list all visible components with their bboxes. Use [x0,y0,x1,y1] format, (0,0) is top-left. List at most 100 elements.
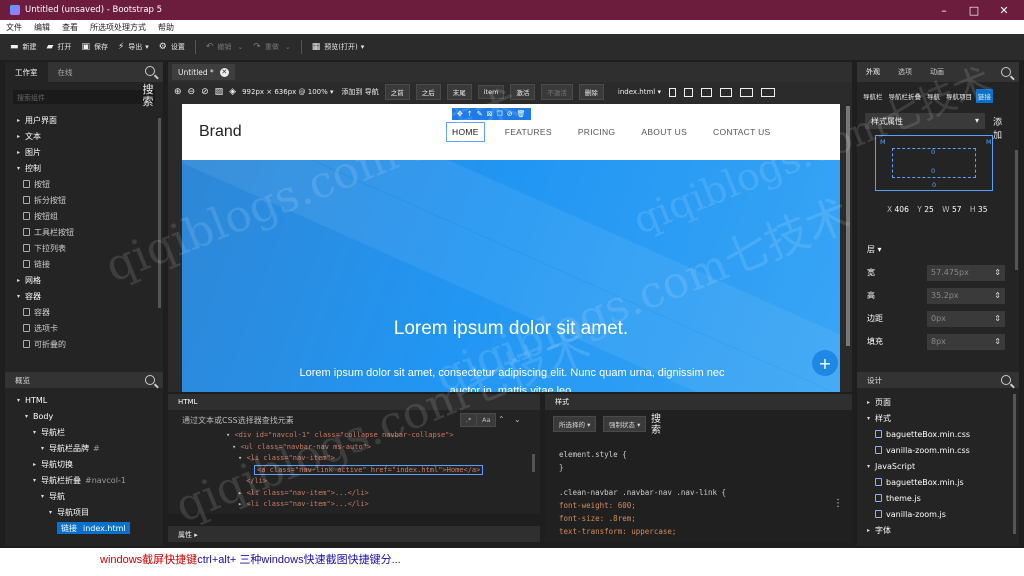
chevron-icon[interactable]: ▾ [33,477,41,484]
tab-options[interactable]: 选项 [889,67,921,77]
design-file[interactable]: vanilla-zoom.min.css [857,442,1019,458]
duplicate-icon[interactable]: ❐ [497,110,503,118]
component-item[interactable]: 按钮组 [5,208,163,224]
component-item[interactable]: ▸ 图片 [5,144,163,160]
menu-edit[interactable]: 编辑 [28,22,56,33]
maximize-button[interactable]: □ [958,0,990,20]
wrap-icon[interactable]: ⊠ [487,110,493,118]
layers-icon[interactable]: ◈ [229,87,236,97]
css-line[interactable]: } [559,461,852,474]
component-item[interactable]: ▸ 网格 [5,272,163,288]
before-button[interactable]: 之前 [384,84,410,100]
move-icon[interactable]: ✥ [457,110,463,118]
chevron-icon[interactable]: ▾ [25,413,33,420]
code-line[interactable]: ▾ <div id="navcol-1" class="collapse nav… [226,430,540,442]
chevron-right-icon[interactable]: ▸ [17,117,25,124]
case-button[interactable]: Aa [476,413,497,427]
selected-dropdown[interactable]: 所选择的 ▾ [553,416,597,432]
css-line[interactable]: element.style { [559,448,852,461]
disable-icon[interactable]: ⊘ [201,87,209,97]
design-group[interactable]: ▾ JavaScript [857,458,1019,474]
scrollbar[interactable] [1013,394,1016,534]
device-phone-icon[interactable] [668,87,676,97]
device-laptop-icon[interactable] [719,87,732,97]
chevron-icon[interactable]: ▾ [41,493,49,500]
chevron-icon[interactable]: ▸ [867,527,875,534]
search-icon[interactable] [1001,67,1011,77]
breadcrumb-collapse[interactable]: 导航栏折叠 [887,89,924,103]
code-line-selected[interactable]: <a class="nav-link active" href="index.h… [226,464,540,477]
menu-view[interactable]: 查看 [56,22,84,33]
device-tablet-icon[interactable] [700,87,712,97]
padding-bottom-value[interactable]: 0 [931,167,935,175]
hero-title[interactable]: Lorem ipsum dolor sit amet. [182,318,840,340]
style-attribute-dropdown[interactable]: 样式属性 ▾ 添加 [865,113,1002,141]
stepper-icon[interactable]: ⇕ [994,314,1001,323]
component-search-input[interactable]: 搜索组件 搜索 [13,84,155,108]
code-line[interactable]: </li> [226,476,540,488]
menu-selection[interactable]: 所选项处理方式 [84,22,152,33]
component-item[interactable]: 工具栏按钮 [5,224,163,240]
overview-item[interactable]: ▾ 导航栏 [5,424,163,440]
chevron-right-icon[interactable]: ▸ [17,277,25,284]
chevron-up-icon[interactable]: ⌃ [498,415,505,424]
nav-link-about[interactable]: ABOUT US [641,127,687,137]
page-canvas[interactable]: Brand HOME FEATURES PRICING ABOUT US CON… [182,104,840,392]
design-file[interactable]: vanilla-zoom.js [857,506,1019,522]
design-group[interactable]: ▸ 字体 [857,522,1019,538]
scrollbar[interactable] [532,454,535,472]
component-item[interactable]: 选项卡 [5,320,163,336]
minimize-button[interactable]: – [928,0,960,20]
search-icon[interactable] [1001,375,1011,385]
chevron-icon[interactable]: ▾ [867,415,875,422]
scrollbar[interactable] [158,118,161,308]
zoom-out-icon[interactable]: ⊖ [188,87,196,97]
canvas-size[interactable]: 992px × 636px @ 100% ▾ [242,88,333,96]
component-item[interactable]: ▾ 容器 [5,288,163,304]
hero-text[interactable]: Lorem ipsum dolor sit amet, consectetur … [292,364,732,392]
delete-button[interactable]: 删除 [578,84,604,100]
code-line[interactable]: ▾ <ul class="navbar-nav ms-auto"> [226,442,540,454]
hide-icon[interactable]: ⊘ [507,110,513,118]
related-article-link[interactable]: windows截屏快捷键ctrl+alt+ 三种windows快速截图快捷键分.… [100,551,401,567]
margin-bottom-value[interactable]: 0 [932,181,936,189]
design-file[interactable]: baguetteBox.min.css [857,426,1019,442]
nav-link-contact[interactable]: CONTACT US [713,127,770,137]
css-line[interactable]: font-size: .8rem; [559,512,852,525]
component-item[interactable]: ▸ 用户界面 [5,112,163,128]
document-tab[interactable]: Untitled * ✕ [172,64,235,80]
more-icon[interactable]: ⋮ [833,498,843,509]
settings-button[interactable]: ⚙ 设置 [159,42,185,52]
new-button[interactable]: ▬ 新建 [10,42,37,52]
tab-studio[interactable]: 工作室 [5,62,48,82]
canvas-scrollbar[interactable] [846,106,850,346]
breadcrumb-link[interactable]: 链接 [976,89,993,103]
save-button[interactable]: ▣ 保存 [81,42,108,52]
code-line[interactable]: ▸ <li class="nav-item">...</li> [226,488,540,500]
device-wide-icon[interactable] [760,87,775,97]
search-button[interactable]: 搜索 [139,84,157,108]
nav-link-pricing[interactable]: PRICING [578,127,616,137]
component-item[interactable]: 按钮 [5,176,163,192]
css-selector[interactable]: .clean-navbar .navbar-nav .nav-link { [559,486,852,499]
force-state-dropdown[interactable]: 强制状态 ▾ [603,416,647,432]
component-item[interactable]: 可折叠的 [5,336,163,352]
undo-button[interactable]: ↶ 撤销 ⌄ [206,42,243,52]
add-button[interactable]: 添加 [993,115,1002,141]
overview-item[interactable]: ▾ 导航项目 [5,504,163,520]
property-input[interactable]: 0px ⇕ [927,310,1005,327]
scrollbar[interactable] [1015,150,1018,270]
overview-item[interactable]: ▸ 导航切换 [5,456,163,472]
disable-button[interactable]: 不激活 [541,84,573,100]
overview-item[interactable]: ▾ Body [5,408,163,424]
stepper-icon[interactable]: ⇕ [994,337,1001,346]
chevron-icon[interactable]: ▸ [867,399,875,406]
component-item[interactable]: ▸ 文本 [5,128,163,144]
layer-section[interactable]: 层 ▾ [857,238,1019,261]
component-item[interactable]: 拆分按钮 [5,192,163,208]
edit-icon[interactable]: ✎ [477,110,483,118]
property-input[interactable]: 35.2px ⇕ [927,287,1005,304]
html-search[interactable]: 通过文本或CSS选择器查找元素 .* Aa ⌃ ⌄ [168,410,540,430]
breadcrumb-nav-item[interactable]: 导航项目 [944,89,974,103]
overview-item[interactable]: ▾ 导航栏折叠 #navcol-1 [5,472,163,488]
